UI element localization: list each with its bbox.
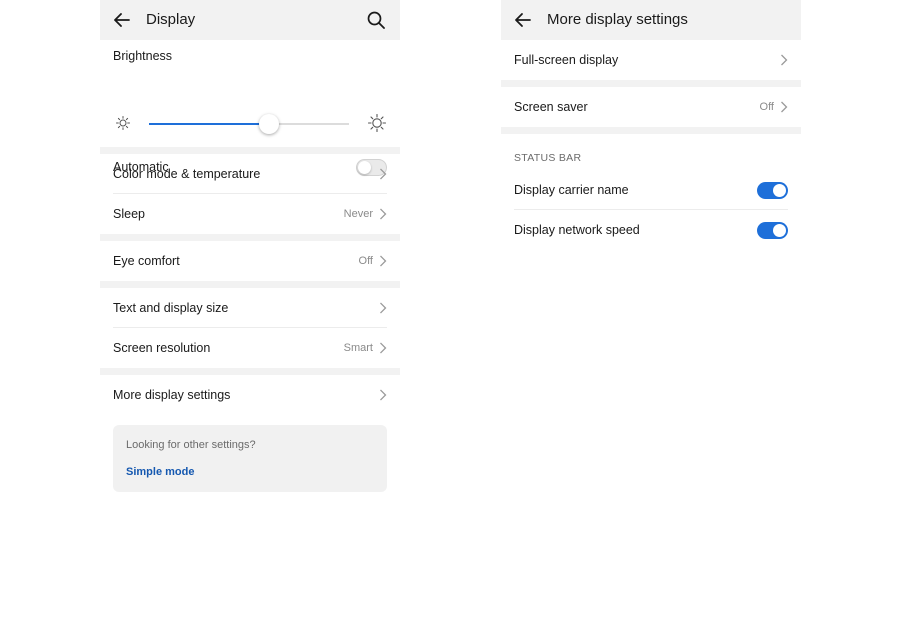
display-carrier-name-toggle[interactable]	[757, 181, 788, 199]
text-display-size-row[interactable]: Text and display size	[100, 288, 400, 328]
row-trailing	[780, 54, 788, 66]
section-divider	[100, 368, 400, 375]
row-trailing	[379, 389, 387, 401]
sleep-label: Sleep	[113, 207, 145, 221]
simple-mode-link[interactable]: Simple mode	[126, 466, 194, 478]
sleep-row[interactable]: Sleep Never	[100, 194, 400, 234]
row-trailing: Smart	[344, 342, 387, 354]
display-settings-panel: Display Brightness Automatic Color mode …	[100, 0, 400, 630]
other-settings-card: Looking for other settings? Simple mode	[113, 425, 387, 492]
more-display-settings-panel: More display settings Full-screen displa…	[501, 0, 801, 630]
color-mode-row[interactable]: Color mode & temperature	[100, 154, 400, 194]
section-divider	[501, 127, 801, 134]
display-carrier-name-row: Display carrier name	[501, 170, 801, 210]
chevron-right-icon	[781, 54, 788, 66]
screen-saver-row[interactable]: Screen saver Off	[501, 87, 801, 127]
brightness-low-icon	[116, 116, 130, 130]
toggle-knob	[773, 223, 786, 237]
sleep-value: Never	[343, 208, 373, 220]
row-trailing: Never	[344, 208, 387, 220]
row-trailing: Off	[760, 101, 788, 113]
more-display-header: More display settings	[501, 0, 801, 40]
display-network-speed-row: Display network speed	[501, 210, 801, 250]
full-screen-display-label: Full-screen display	[514, 53, 619, 67]
row-trailing	[379, 302, 387, 314]
brightness-slider-thumb[interactable]	[259, 114, 279, 134]
status-bar-section-title: STATUS BAR	[514, 152, 582, 164]
other-settings-hint: Looking for other settings?	[126, 439, 256, 451]
more-display-settings-row[interactable]: More display settings	[100, 375, 400, 415]
brightness-high-icon	[368, 114, 386, 132]
page-title: Display	[146, 11, 196, 28]
chevron-right-icon	[380, 302, 387, 314]
toggle-knob	[773, 183, 786, 197]
screen-resolution-value: Smart	[343, 342, 373, 354]
screen-resolution-label: Screen resolution	[113, 341, 211, 355]
screen-saver-value: Off	[759, 101, 774, 113]
more-display-settings-label: More display settings	[113, 388, 231, 402]
display-network-speed-label: Display network speed	[514, 223, 640, 237]
chevron-right-icon	[781, 101, 788, 113]
eye-comfort-row[interactable]: Eye comfort Off	[100, 241, 400, 281]
row-trailing	[379, 168, 387, 180]
page-title: More display settings	[547, 11, 688, 28]
display-carrier-name-label: Display carrier name	[514, 183, 629, 197]
brightness-section: Brightness Automatic	[100, 40, 400, 176]
back-arrow-icon[interactable]	[513, 10, 533, 30]
display-network-speed-toggle[interactable]	[757, 221, 788, 239]
section-divider	[100, 234, 400, 241]
brightness-slider-fill	[149, 123, 269, 125]
chevron-right-icon	[380, 342, 387, 354]
eye-comfort-label: Eye comfort	[113, 254, 180, 268]
brightness-label: Brightness	[113, 49, 173, 63]
row-trailing: Off	[359, 255, 387, 267]
screen-resolution-row[interactable]: Screen resolution Smart	[100, 328, 400, 368]
chevron-right-icon	[380, 168, 387, 180]
brightness-slider[interactable]	[149, 114, 349, 134]
chevron-right-icon	[380, 208, 387, 220]
chevron-right-icon	[380, 389, 387, 401]
chevron-right-icon	[380, 255, 387, 267]
section-divider	[100, 281, 400, 288]
back-arrow-icon[interactable]	[112, 10, 132, 30]
search-icon[interactable]	[366, 10, 386, 30]
text-display-size-label: Text and display size	[113, 301, 229, 315]
full-screen-display-row[interactable]: Full-screen display	[501, 40, 801, 80]
section-divider	[501, 80, 801, 87]
display-header: Display	[100, 0, 400, 40]
eye-comfort-value: Off	[358, 255, 373, 267]
color-mode-label: Color mode & temperature	[113, 167, 261, 181]
screen-saver-label: Screen saver	[514, 100, 588, 114]
